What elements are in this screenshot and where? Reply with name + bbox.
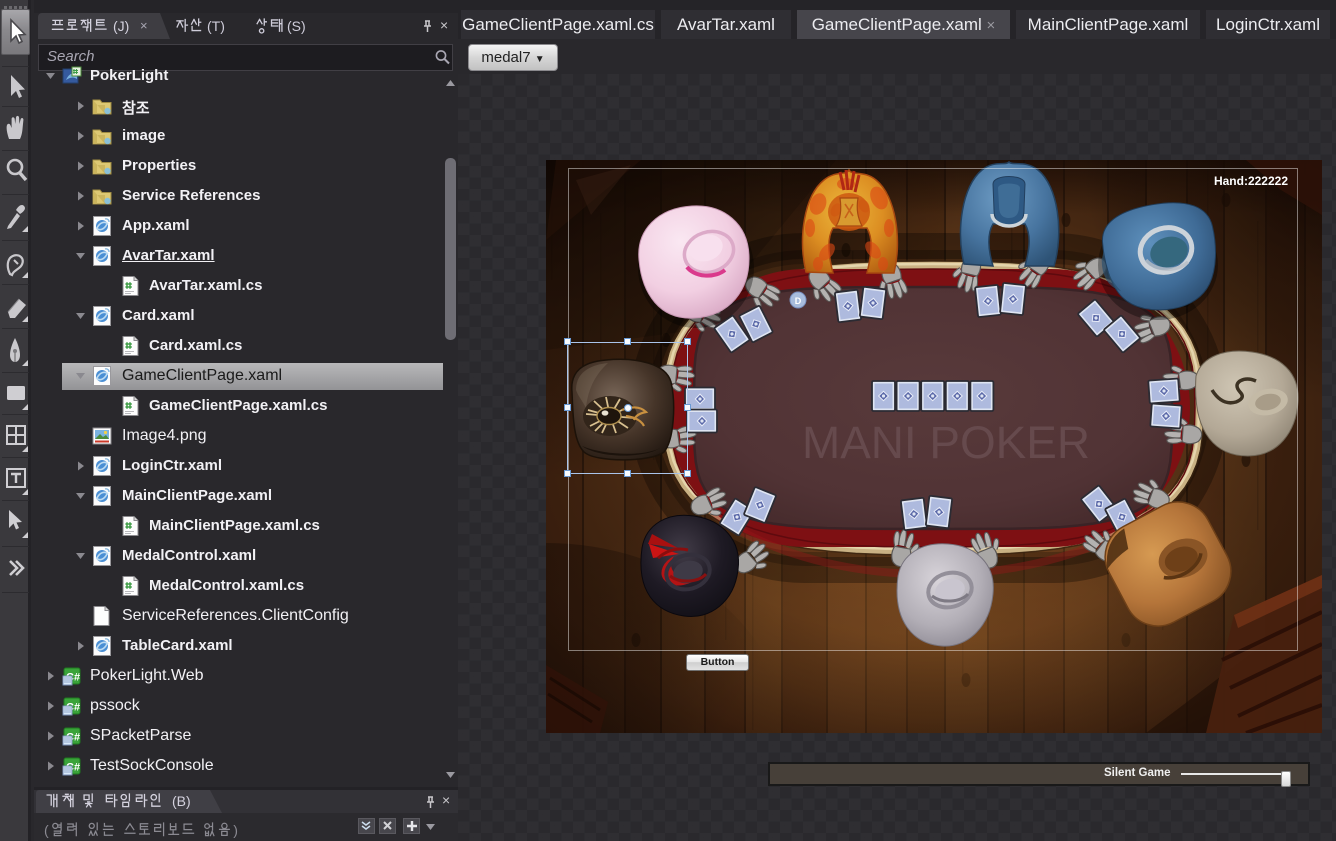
svg-text:Hand:222222: Hand:222222 [1214,174,1288,188]
svg-text:): ) [233,822,238,838]
svg-text:(: ( [44,822,49,838]
svg-text:D: D [795,296,802,306]
svg-text:MANI POKER: MANI POKER [802,417,1090,468]
